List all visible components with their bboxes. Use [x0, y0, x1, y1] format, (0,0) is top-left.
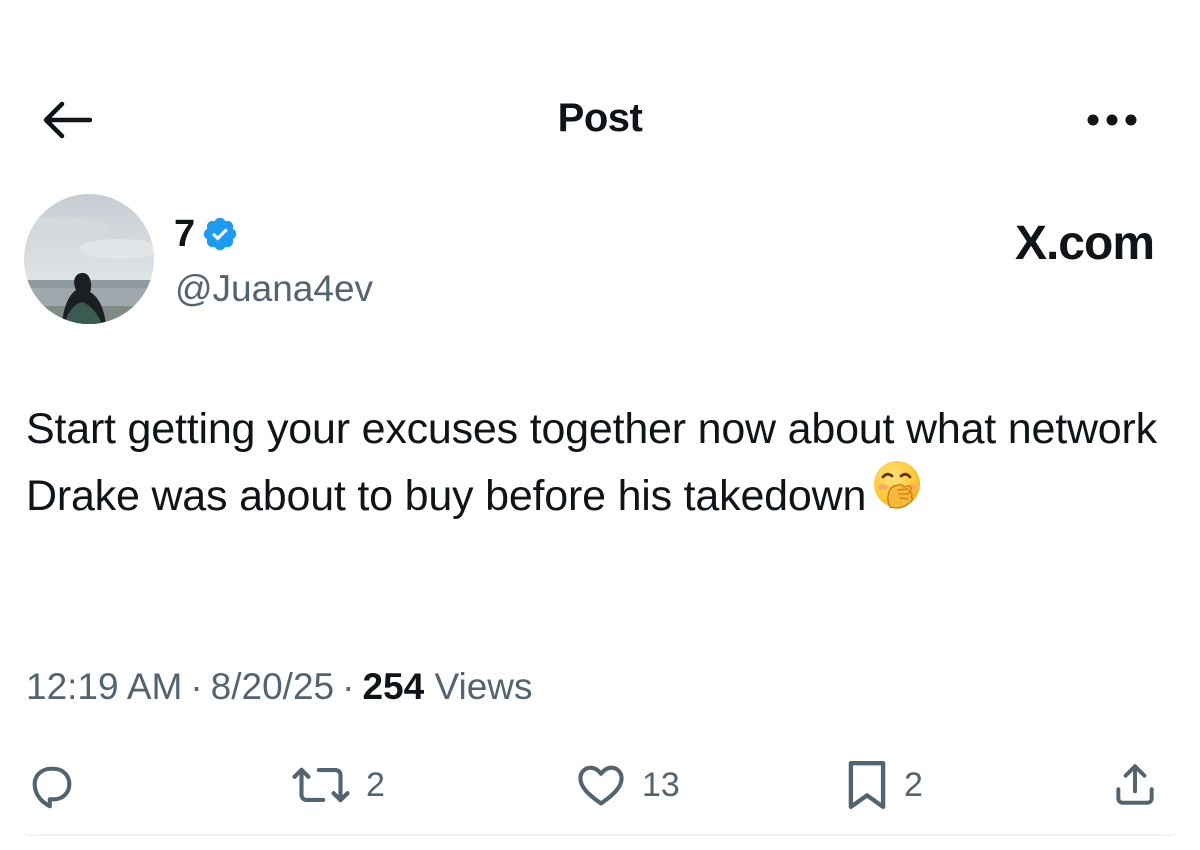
bookmark-icon [848, 760, 886, 810]
like-button[interactable]: 13 [574, 752, 680, 818]
x-com-watermark: X.com [1014, 217, 1155, 270]
share-icon [1116, 764, 1154, 805]
divider [26, 834, 1174, 836]
more-options-button[interactable] [1080, 102, 1144, 138]
retweet-button[interactable]: 2 [290, 752, 385, 818]
top-bar: Post [0, 80, 1200, 160]
views-count: 254 [362, 666, 425, 707]
retweet-count: 2 [366, 765, 385, 804]
reply-button[interactable] [26, 752, 78, 818]
bookmark-button[interactable]: 2 [844, 752, 923, 818]
heart-icon [578, 765, 624, 806]
verified-badge-icon [203, 217, 237, 251]
action-bar: 2 13 2 [0, 752, 1200, 822]
profile-photo [24, 194, 154, 324]
like-count: 13 [642, 765, 680, 804]
author-handle[interactable]: @Juana4ev [175, 268, 373, 310]
post-date[interactable]: 8/20/25 [211, 666, 334, 707]
meta-separator: · [190, 666, 203, 707]
post-time[interactable]: 12:19 AM [26, 666, 182, 707]
more-horizontal-icon [1087, 114, 1137, 126]
page-title: Post [557, 96, 643, 140]
bookmark-count: 2 [904, 765, 923, 804]
post-text: Start getting your excuses together now … [26, 396, 1176, 530]
share-button[interactable] [1110, 752, 1160, 818]
face-with-hand-over-mouth-emoji [872, 459, 922, 529]
meta-separator: · [342, 666, 355, 707]
post-meta: 12:19 AM · 8/20/25 · 254 Views [26, 666, 533, 708]
avatar[interactable] [24, 194, 154, 324]
display-name: 7 [174, 213, 196, 255]
reply-icon [32, 766, 72, 809]
post-author: 7 @Juana4ev X.com [24, 194, 1174, 329]
views-label: Views [434, 666, 533, 707]
display-name-row[interactable]: 7 [174, 212, 239, 256]
retweet-icon [292, 767, 350, 803]
post-text-content: Start getting your excuses together now … [26, 405, 1157, 520]
